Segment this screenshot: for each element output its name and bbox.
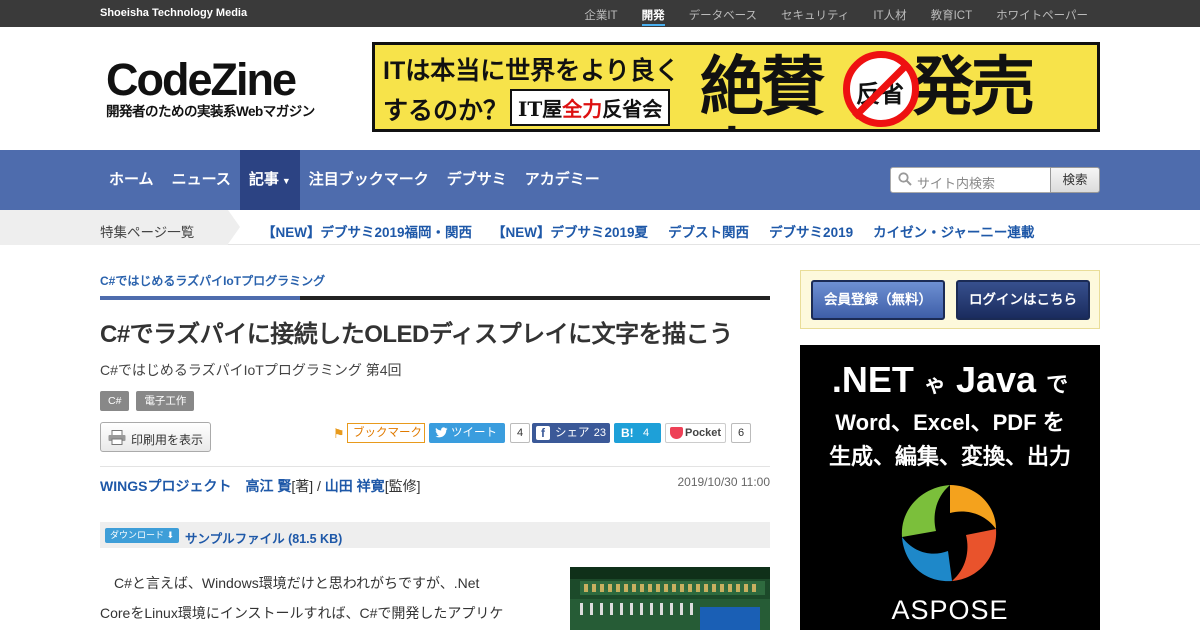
tag-csharp[interactable]: C#	[100, 391, 130, 411]
banner-book-title: IT屋全力反省会	[510, 89, 671, 126]
article-body: C#と言えば、Windows環境だけと思われがちですが、.Net CoreをLi…	[100, 568, 550, 628]
nav-bookmarks[interactable]: 注目ブックマーク	[300, 150, 438, 210]
tag-electronics[interactable]: 電子工作	[136, 391, 195, 411]
print-label: 印刷用を表示	[131, 433, 204, 447]
nav-academy[interactable]: アカデミー	[516, 150, 609, 210]
supervisor-link[interactable]: 山田 祥寛	[325, 478, 385, 494]
pocket-button[interactable]: Pocket	[665, 423, 726, 443]
feature-link[interactable]: デブサミ2019	[769, 221, 853, 241]
aspose-logo-icon	[901, 485, 997, 582]
logo-name: CodeZine	[106, 54, 297, 105]
download-badge: ダウンロード ⬇	[105, 528, 180, 543]
ad-line-2: Word、Excel、PDF を	[835, 410, 1065, 435]
site-link-security[interactable]: セキュリティ	[781, 7, 849, 26]
print-button[interactable]: 印刷用を表示	[100, 422, 211, 452]
hatena-count: 4	[643, 427, 650, 439]
bookmark-icon: ⚑	[333, 426, 345, 441]
twitter-icon	[435, 427, 448, 438]
site-link-database[interactable]: データベース	[689, 7, 757, 26]
no-sign-icon: 反省	[843, 51, 919, 127]
top-bar: Shoeisha Technology Media 企業IT 開発 データベース…	[0, 0, 1200, 27]
hatena-icon: B!	[621, 426, 634, 440]
article-subtitle: C#ではじめるラズパイIoTプログラミング 第4回	[100, 362, 402, 378]
hatena-bookmark-button[interactable]: B! 4	[614, 423, 661, 443]
ad-line-3: 生成、編集、変換、出力	[828, 444, 1071, 469]
download-bar: ダウンロード ⬇ サンプルファイル (81.5 KB)	[100, 522, 770, 548]
ad-brand: ASPOSE	[891, 595, 1009, 625]
site-link-dev[interactable]: 開発	[641, 7, 665, 26]
site-header: CodeZine 開発者のための実装系Webマガジン ITは本当に世界をより良く…	[0, 27, 1200, 150]
site-link-enterprise-it[interactable]: 企業IT	[584, 7, 617, 26]
author-byline: WINGSプロジェクト 高江 賢[著] / 山田 祥寛[監修]	[100, 478, 421, 494]
login-button[interactable]: ログインはこちら	[956, 280, 1090, 320]
body-paragraph-line: C#と言えば、Windows環境だけと思われがちですが、.Net	[100, 575, 480, 591]
ad-headline: .NET ゃ Java で	[831, 359, 1069, 400]
banner-line-2: するのか？	[383, 97, 509, 125]
article-title: C#でラズパイに接続したOLEDディスプレイに文字を描こう	[100, 321, 733, 348]
feature-link[interactable]: 【NEW】デブサミ2019夏	[492, 221, 648, 241]
site-search: サイト内検索 検索	[890, 167, 1100, 193]
member-box: 会員登録（無料） ログインはこちら	[800, 270, 1100, 329]
header-banner-ad[interactable]: ITは本当に世界をより良く するのか？ IT屋全力反省会 絶賛発売中! 反省	[372, 42, 1100, 132]
tweet-button[interactable]: ツイート	[429, 423, 505, 443]
facebook-count: 23	[593, 427, 606, 439]
feature-link[interactable]: カイゼン・ジャーニー連載	[873, 221, 1034, 241]
site-logo[interactable]: CodeZine 開発者のための実装系Webマガジン	[106, 57, 315, 120]
search-button[interactable]: 検索	[1050, 167, 1100, 193]
printer-icon	[108, 430, 126, 445]
author-link[interactable]: WINGSプロジェクト 高江 賢	[100, 478, 291, 494]
register-button[interactable]: 会員登録（無料）	[811, 280, 945, 320]
nav-home[interactable]: ホーム	[100, 150, 163, 210]
tweet-count: 4	[510, 423, 530, 443]
article-photo[interactable]	[570, 567, 770, 630]
site-link-whitepaper[interactable]: ホワイトペーパー	[996, 7, 1088, 26]
publish-date: 2019/10/30 11:00	[677, 475, 770, 489]
search-icon	[898, 172, 912, 186]
caret-down-icon: ▼	[281, 176, 291, 186]
search-input[interactable]: サイト内検索	[890, 167, 1052, 193]
main-nav: ホーム ニュース 記事 ▼ 注目ブックマーク デブサミ アカデミー サイト内検索 …	[0, 150, 1200, 210]
sidebar-ad-aspose[interactable]: .NET ゃ Java で Word、Excel、PDF を 生成、編集、変換、…	[800, 345, 1100, 630]
feature-link[interactable]: 【NEW】デブサミ2019福岡・関西	[262, 221, 472, 241]
series-link[interactable]: C#ではじめるラズパイIoTプログラミング	[100, 272, 325, 289]
facebook-share-button[interactable]: f シェア 23	[532, 423, 610, 443]
features-label[interactable]: 特集ページ一覧	[0, 210, 240, 245]
body-paragraph-line: CoreをLinux環境にインストールすれば、C#で開発したアプリケ	[100, 605, 504, 621]
facebook-icon: f	[536, 426, 550, 440]
sample-file-link[interactable]: サンプルファイル (81.5 KB)	[185, 528, 342, 547]
feature-link[interactable]: デブスト関西	[668, 221, 749, 241]
nav-devsumi[interactable]: デブサミ	[438, 150, 516, 210]
features-bar: 特集ページ一覧 【NEW】デブサミ2019福岡・関西 【NEW】デブサミ2019…	[0, 210, 1200, 245]
article-tags: C# 電子工作	[100, 391, 195, 411]
logo-tagline: 開発者のための実装系Webマガジン	[106, 104, 315, 119]
raspberry-pi-board-image	[570, 567, 770, 630]
search-placeholder: サイト内検索	[917, 176, 996, 191]
banner-line-1: ITは本当に世界をより良く	[383, 57, 680, 85]
pocket-icon	[670, 427, 683, 439]
nav-news[interactable]: ニュース	[163, 150, 240, 210]
site-links: 企業IT 開発 データベース セキュリティ IT人材 教育ICT ホワイトペーパ…	[584, 7, 1088, 26]
title-rule	[100, 296, 770, 300]
site-link-it-talent[interactable]: IT人材	[873, 7, 906, 26]
pocket-count: 6	[731, 423, 751, 443]
network-brand[interactable]: Shoeisha Technology Media	[100, 7, 247, 19]
nav-articles[interactable]: 記事 ▼	[239, 150, 300, 210]
site-link-education[interactable]: 教育ICT	[931, 7, 973, 26]
